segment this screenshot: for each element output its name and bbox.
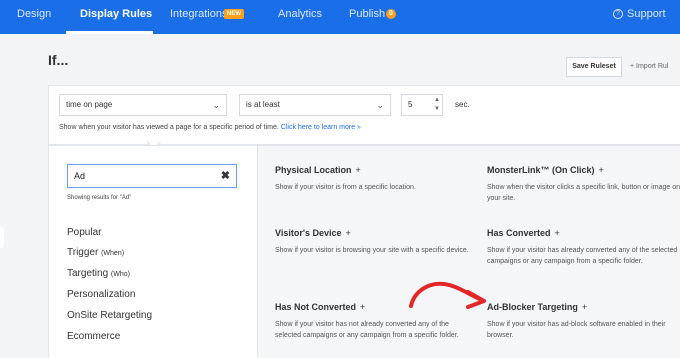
stepper-arrows-icon[interactable]: ▲ ▼ <box>434 96 440 114</box>
category-onsite-retargeting[interactable]: OnSite Retargeting <box>67 310 152 321</box>
rule-option-physical-location[interactable]: Physical Location + <box>275 165 361 175</box>
plus-icon: + <box>554 228 560 238</box>
learn-more-link[interactable]: Click here to learn more » <box>281 124 361 131</box>
red-arrow-icon <box>409 281 486 309</box>
new-badge: NEW <box>224 9 244 19</box>
nav-integrations[interactable]: Integrations <box>170 0 227 34</box>
nav-design[interactable]: Design <box>17 0 51 34</box>
active-tab-indicator <box>66 31 153 34</box>
panel-divider <box>48 145 680 146</box>
category-trigger[interactable]: Trigger (When) <box>67 247 124 258</box>
rule-value: 5 <box>408 100 413 109</box>
rule-option-desc: Show if your visitor has already convert… <box>487 247 678 265</box>
rule-option-has-converted[interactable]: Has Converted + <box>487 228 560 238</box>
save-ruleset-button[interactable]: Save Ruleset <box>566 57 622 77</box>
rule-operator-value: is at least <box>246 100 280 109</box>
help-circle-icon[interactable]: ? <box>613 9 623 19</box>
search-value: Ad <box>74 171 86 181</box>
chevron-down-icon: ⌄ <box>376 100 384 110</box>
rule-option-desc: Show if your visitor is browsing your si… <box>275 247 469 254</box>
plus-icon: + <box>345 228 351 238</box>
plus-icon: + <box>360 302 366 312</box>
rule-option-visitors-device[interactable]: Visitor's Device + <box>275 228 351 238</box>
top-nav: Design Display Rules Integrations NEW An… <box>0 0 680 34</box>
rule-help-description: Show when your visitor has viewed a page… <box>59 124 279 131</box>
rule-help-text: Show when your visitor has viewed a page… <box>59 124 361 131</box>
nav-analytics[interactable]: Analytics <box>278 0 322 34</box>
category-targeting[interactable]: Targeting (Who) <box>67 268 130 279</box>
nav-publish[interactable]: Publish <box>349 0 385 34</box>
nav-display-rules[interactable]: Display Rules <box>80 0 152 34</box>
rule-field-value: time on page <box>66 100 113 109</box>
category-personalization[interactable]: Personalization <box>67 289 135 300</box>
rule-option-desc: Show when the visitor clicks a specific … <box>487 184 680 202</box>
nav-support[interactable]: Support <box>627 0 666 34</box>
search-results-text: Showing results for "Ad" <box>67 195 132 201</box>
category-ecommerce[interactable]: Ecommerce <box>67 331 120 342</box>
plus-icon: + <box>581 302 588 312</box>
category-popular[interactable]: Popular <box>67 227 101 238</box>
rule-option-desc: Show if your visitor is from a specific … <box>275 184 416 191</box>
side-handle[interactable] <box>0 226 4 248</box>
import-ruleset-button[interactable]: + Import Rul <box>630 57 668 77</box>
rule-value-stepper[interactable]: 5 ▲ ▼ <box>401 94 443 116</box>
rule-option-ad-blocker-targeting[interactable]: Ad-Blocker Targeting + <box>487 302 587 312</box>
rule-field-select[interactable]: time on page ⌄ <box>59 94 227 116</box>
rule-unit: sec. <box>455 100 470 109</box>
close-icon[interactable]: ✖ <box>221 165 230 187</box>
rule-operator-select[interactable]: is at least ⌄ <box>239 94 391 116</box>
rule-option-desc: Show if your visitor has not already con… <box>275 321 459 339</box>
rule-option-desc: Show if your visitor has ad-block softwa… <box>487 321 666 339</box>
plus-icon: + <box>355 165 361 175</box>
rule-search-input[interactable]: Ad ✖ <box>67 164 237 188</box>
chevron-down-icon: ⌄ <box>212 100 220 110</box>
page-title: If... <box>48 52 69 68</box>
rule-option-has-not-converted[interactable]: Has Not Converted + <box>275 302 365 312</box>
rule-card: time on page ⌄ is at least ⌄ 5 ▲ ▼ sec. S… <box>48 85 680 150</box>
rule-option-monsterlink[interactable]: MonsterLink™ (On Click) + <box>487 165 604 175</box>
publish-count-badge: 0 <box>386 9 396 19</box>
plus-icon: + <box>598 165 604 175</box>
